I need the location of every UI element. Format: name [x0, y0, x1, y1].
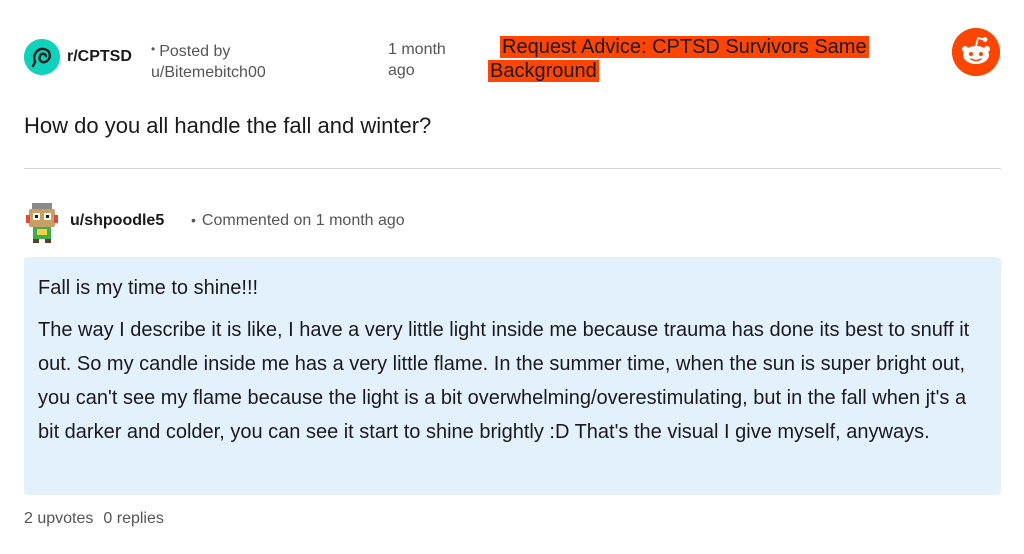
post-timestamp: 1 month ago — [388, 41, 446, 79]
flair-text: Request Advice: CPTSD Survivors Same Bac… — [488, 36, 869, 82]
comment-timestamp: Commented on 1 month ago — [201, 212, 405, 229]
comment-paragraph-2: The way I describe it is like, I have a … — [38, 319, 970, 443]
post-author[interactable]: u/Bitemebitch00 — [151, 62, 266, 83]
post-flair[interactable]: Request Advice: CPTSD Survivors Same Bac… — [488, 35, 908, 83]
comment-paragraph-1: Fall is my time to shine!!! — [38, 277, 259, 299]
user-avatar-icon[interactable] — [24, 203, 60, 243]
comment-author[interactable]: u/shpoodle5 — [70, 212, 164, 230]
subreddit-icon[interactable] — [24, 39, 60, 75]
upvote-count[interactable]: 2 upvotes — [24, 510, 93, 527]
separator-dot: • — [191, 212, 196, 228]
divider — [24, 168, 1001, 169]
comment-meta: • Commented on 1 month ago — [191, 212, 405, 230]
posted-by-label: Posted by — [159, 43, 231, 60]
reply-count[interactable]: 0 replies — [103, 510, 163, 527]
reddit-snoo-logo-icon — [952, 28, 1000, 76]
posted-by-block: • Posted by u/Bitemebitch00 — [151, 39, 266, 83]
post-title[interactable]: How do you all handle the fall and winte… — [24, 113, 431, 139]
comment-body: Fall is my time to shine!!! The way I de… — [24, 257, 1001, 495]
comment-footer: 2 upvotes 0 replies — [24, 510, 164, 528]
separator-dot: • — [151, 42, 156, 56]
subreddit-name[interactable]: r/CPTSD — [67, 48, 132, 66]
